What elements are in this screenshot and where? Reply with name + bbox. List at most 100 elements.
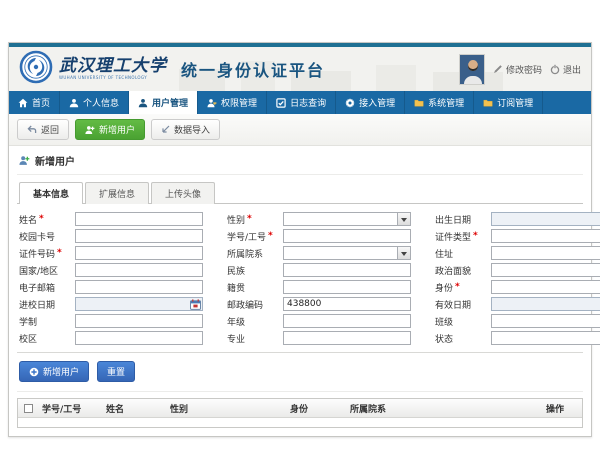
nav-item-log-query[interactable]: 日志查询 <box>267 91 336 114</box>
column-header-student-id: 学号/工号 <box>40 402 104 415</box>
field-label: 年级 <box>227 315 245 328</box>
nav-item-home[interactable]: 首页 <box>9 91 60 114</box>
political-status-input[interactable] <box>491 263 600 277</box>
entry-date-input[interactable] <box>75 297 203 311</box>
required-marker: * <box>455 282 460 292</box>
id-number-input[interactable] <box>75 246 203 260</box>
data-import-button[interactable]: 数据导入 <box>151 119 220 140</box>
tab-extended-info[interactable]: 扩展信息 <box>85 182 149 204</box>
campus-card-input[interactable] <box>75 229 203 243</box>
nav-item-user-mgmt[interactable]: 用户管理 <box>129 91 198 114</box>
postal-code-input[interactable] <box>283 297 411 311</box>
nav-item-system-mgmt[interactable]: 系统管理 <box>405 91 474 114</box>
field-label: 有效日期 <box>435 298 471 311</box>
field-label: 性别 <box>227 213 245 226</box>
field-label: 住址 <box>435 247 453 260</box>
email-input[interactable] <box>75 280 203 294</box>
field-label: 证件号码 <box>19 247 55 260</box>
birth-date-input[interactable] <box>491 212 600 226</box>
column-header-identity: 身份 <box>288 402 348 415</box>
form-field-status: 状态 <box>435 331 600 345</box>
campus-input[interactable] <box>75 331 203 345</box>
logout-link[interactable]: 退出 <box>550 63 581 76</box>
department-select[interactable] <box>283 246 411 260</box>
tab-upload-avatar[interactable]: 上传头像 <box>151 182 215 204</box>
identity-input[interactable] <box>491 280 600 294</box>
nav-item-permission-mgmt[interactable]: 权限管理 <box>198 91 267 114</box>
user-key-icon <box>207 98 217 108</box>
form-field-valid-date: 有效日期 <box>435 297 600 311</box>
form-field-id-type: 证件类型* <box>435 229 600 243</box>
country-region-input[interactable] <box>75 263 203 277</box>
field-label: 民族 <box>227 264 245 277</box>
university-name-en: WUHAN UNIVERSITY OF TECHNOLOGY <box>59 76 167 80</box>
form-field-student-id: 学号/工号* <box>227 229 411 243</box>
field-label: 状态 <box>435 332 453 345</box>
field-label: 姓名 <box>19 213 37 226</box>
field-label: 班级 <box>435 315 453 328</box>
ethnicity-input[interactable] <box>283 263 411 277</box>
column-header-name: 姓名 <box>104 402 168 415</box>
new-user-icon <box>19 155 30 166</box>
form-field-grade: 年级 <box>227 314 411 328</box>
form-field-country-region: 国家/地区 <box>19 263 203 277</box>
form-field-department: 所属院系 <box>227 246 411 260</box>
form-field-entry-date: 进校日期 <box>19 297 203 311</box>
user-icon <box>69 98 79 108</box>
form-field-native-place: 籍贯 <box>227 280 411 294</box>
content-area: 新增用户 基本信息 扩展信息 上传头像 姓名* 性别* 出生日期 <box>9 146 591 436</box>
required-marker: * <box>473 231 478 241</box>
table-header-row: 学号/工号 姓名 性别 身份 所属院系 操作 <box>18 399 582 418</box>
nav-item-profile[interactable]: 个人信息 <box>60 91 129 114</box>
column-header-operation: 操作 <box>544 402 582 415</box>
form-field-campus-card: 校园卡号 <box>19 229 203 243</box>
submit-add-user-button[interactable]: 新增用户 <box>19 361 89 382</box>
column-header-department: 所属院系 <box>348 402 544 415</box>
column-header-gender: 性别 <box>168 402 288 415</box>
required-marker: * <box>39 214 44 224</box>
nav-item-access-mgmt[interactable]: 接入管理 <box>336 91 405 114</box>
grade-input[interactable] <box>283 314 411 328</box>
name-input[interactable] <box>75 212 203 226</box>
reset-button[interactable]: 重置 <box>97 361 135 382</box>
user-icon <box>138 98 148 108</box>
main-nav: 首页 个人信息 用户管理 权限管理 日志查询 接入管理 系统管理 订阅管理 <box>9 91 591 114</box>
add-user-toolbar-button[interactable]: 新增用户 <box>75 119 145 140</box>
nav-item-subscription-mgmt[interactable]: 订阅管理 <box>474 91 543 114</box>
schooling-length-input[interactable] <box>75 314 203 328</box>
field-label: 证件类型 <box>435 230 471 243</box>
class-input[interactable] <box>491 314 600 328</box>
basic-info-form: 姓名* 性别* 出生日期 校园卡号 学号/工号* <box>17 204 583 353</box>
avatar[interactable] <box>459 54 485 85</box>
toolbar: 返回 新增用户 数据导入 <box>9 114 591 146</box>
form-field-class: 班级 <box>435 314 600 328</box>
home-icon <box>18 98 28 108</box>
major-input[interactable] <box>283 331 411 345</box>
folder-icon <box>483 98 493 108</box>
id-type-input[interactable] <box>491 229 600 243</box>
field-label: 籍贯 <box>227 281 245 294</box>
change-password-link[interactable]: 修改密码 <box>493 63 542 76</box>
form-field-id-number: 证件号码* <box>19 246 203 260</box>
tab-basic-info[interactable]: 基本信息 <box>19 182 83 204</box>
address-input[interactable] <box>491 246 600 260</box>
field-label: 电子邮箱 <box>19 281 55 294</box>
gender-select[interactable] <box>283 212 411 226</box>
form-actions: 新增用户 重置 <box>17 353 583 392</box>
required-marker: * <box>268 231 273 241</box>
student-id-input[interactable] <box>283 229 411 243</box>
required-marker: * <box>247 214 252 224</box>
field-label: 学制 <box>19 315 37 328</box>
form-field-major: 专业 <box>227 331 411 345</box>
user-table: 学号/工号 姓名 性别 身份 所属院系 操作 <box>17 398 583 428</box>
status-input[interactable] <box>491 331 600 345</box>
select-all-checkbox[interactable] <box>24 404 33 413</box>
university-logo-icon <box>19 50 53 88</box>
valid-date-input[interactable] <box>491 297 600 311</box>
folder-icon <box>414 98 424 108</box>
form-field-campus: 校区 <box>19 331 203 345</box>
native-place-input[interactable] <box>283 280 411 294</box>
field-label: 身份 <box>435 281 453 294</box>
back-button[interactable]: 返回 <box>17 119 69 140</box>
form-field-birth-date: 出生日期 <box>435 212 600 226</box>
